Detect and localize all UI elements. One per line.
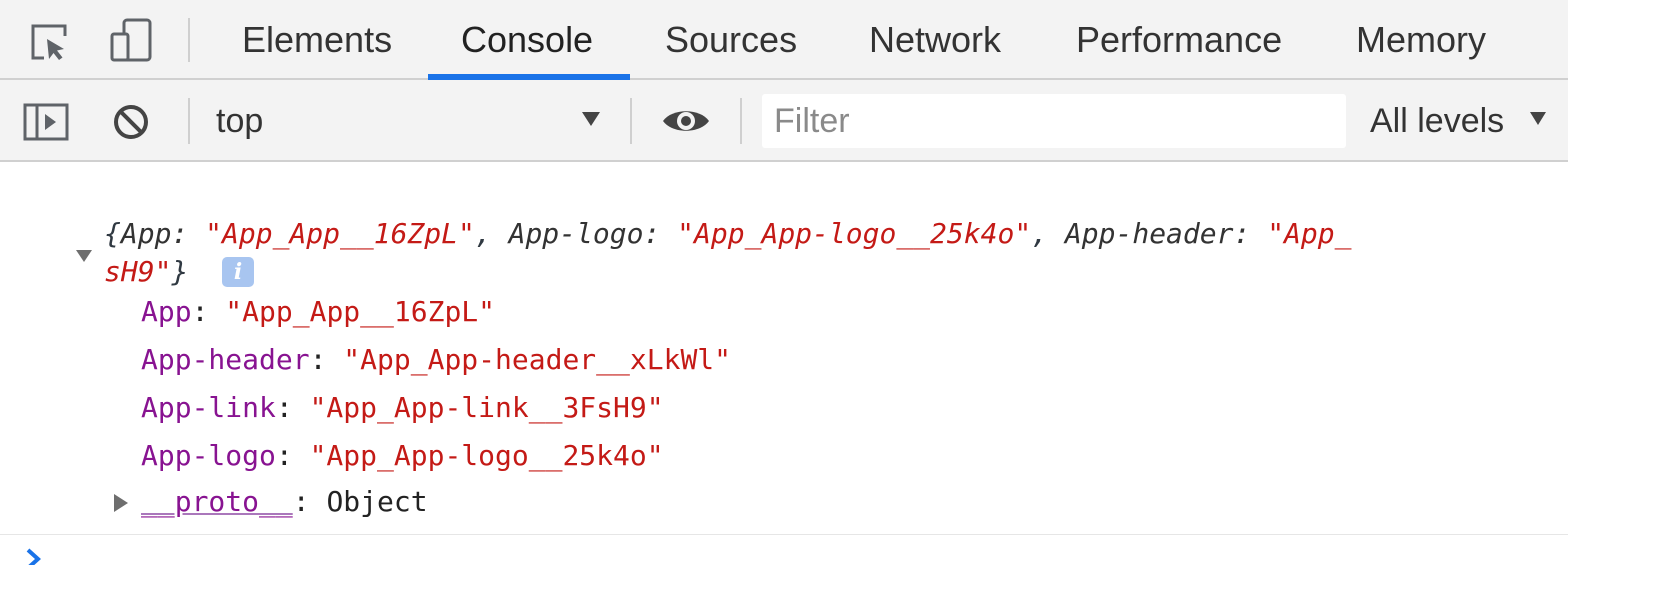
tab-sources[interactable]: Sources xyxy=(665,0,797,80)
summary-key-app-header: App-header: xyxy=(1064,217,1268,250)
clear-console-icon[interactable] xyxy=(110,102,152,142)
console-toolbar: top All levels xyxy=(0,80,1568,162)
property-row: App-link: "App_App-link__3FsH9" xyxy=(141,388,664,428)
info-icon[interactable]: i xyxy=(222,257,254,287)
tab-memory[interactable]: Memory xyxy=(1356,0,1486,80)
toolbar-separator xyxy=(630,98,632,144)
console-output: {App: "App_App__16ZpL", App-logo: "App_A… xyxy=(0,162,1568,565)
property-colon: : xyxy=(191,295,226,328)
console-message-divider xyxy=(0,534,1568,535)
tab-network[interactable]: Network xyxy=(869,0,1001,80)
property-key: App-header xyxy=(141,343,310,376)
context-value: top xyxy=(216,102,264,140)
summary-value-app: "App_App__16ZpL" xyxy=(205,217,475,250)
tabbar-separator xyxy=(188,18,190,62)
context-selector[interactable]: top xyxy=(190,80,630,162)
object-summary-line[interactable]: {App: "App_App__16ZpL", App-logo: "App_A… xyxy=(104,214,1352,254)
tab-console[interactable]: Console xyxy=(461,0,593,80)
device-toolbar-icon[interactable] xyxy=(104,16,156,64)
eye-icon[interactable] xyxy=(660,104,712,138)
devtools-tabbar: Elements Console Sources Network Perform… xyxy=(0,0,1568,80)
property-key: App-link xyxy=(141,391,276,424)
collapse-triangle-icon[interactable] xyxy=(76,250,92,262)
expand-triangle-icon[interactable] xyxy=(114,494,128,512)
property-row: App-header: "App_App-header__xLkWl" xyxy=(141,340,731,380)
summary-key-app-logo: App-logo: xyxy=(508,217,678,250)
summary-value-app-link-end: sH9" xyxy=(104,255,172,288)
levels-dropdown-arrow-icon xyxy=(1530,112,1546,125)
proto-key: __proto__ xyxy=(141,485,293,518)
devtools-window: Elements Console Sources Network Perform… xyxy=(0,0,1568,565)
property-value: "App_App-logo__25k4o" xyxy=(309,439,664,472)
summary-close-brace: } xyxy=(171,255,189,288)
property-value: "App_App__16ZpL" xyxy=(225,295,496,328)
tab-elements[interactable]: Elements xyxy=(242,0,392,80)
property-colon: : xyxy=(275,391,310,424)
log-levels-dropdown[interactable]: All levels xyxy=(1370,80,1504,162)
proto-row[interactable]: __proto__: Object xyxy=(141,482,428,522)
summary-key-app: App: xyxy=(120,217,206,250)
property-key: App-logo xyxy=(141,439,276,472)
summary-value-app-logo: "App_App-logo__25k4o" xyxy=(677,217,1032,250)
summary-value-app-header-start: "App_ xyxy=(1267,217,1352,250)
proto-value: Object xyxy=(326,485,428,518)
dropdown-arrow-icon xyxy=(582,112,600,126)
tab-performance[interactable]: Performance xyxy=(1076,0,1282,80)
property-colon: : xyxy=(292,485,327,518)
property-value: "App_App-header__xLkWl" xyxy=(343,343,732,376)
object-summary-line-wrap: sH9"} xyxy=(104,252,188,292)
filter-input[interactable] xyxy=(762,94,1346,148)
inspect-element-icon[interactable] xyxy=(28,22,72,62)
summary-separator: , xyxy=(474,217,509,250)
summary-separator: , xyxy=(1031,217,1065,250)
property-colon: : xyxy=(275,439,310,472)
sidebar-toggle-icon[interactable] xyxy=(22,102,70,142)
property-row: App-logo: "App_App-logo__25k4o" xyxy=(141,436,664,476)
property-value: "App_App-link__3FsH9" xyxy=(309,391,664,424)
summary-open-brace: { xyxy=(104,217,121,250)
property-key: App xyxy=(141,295,192,328)
property-colon: : xyxy=(309,343,344,376)
toolbar-separator xyxy=(740,98,742,144)
console-prompt-icon xyxy=(26,548,41,565)
property-row: App: "App_App__16ZpL" xyxy=(141,292,495,332)
